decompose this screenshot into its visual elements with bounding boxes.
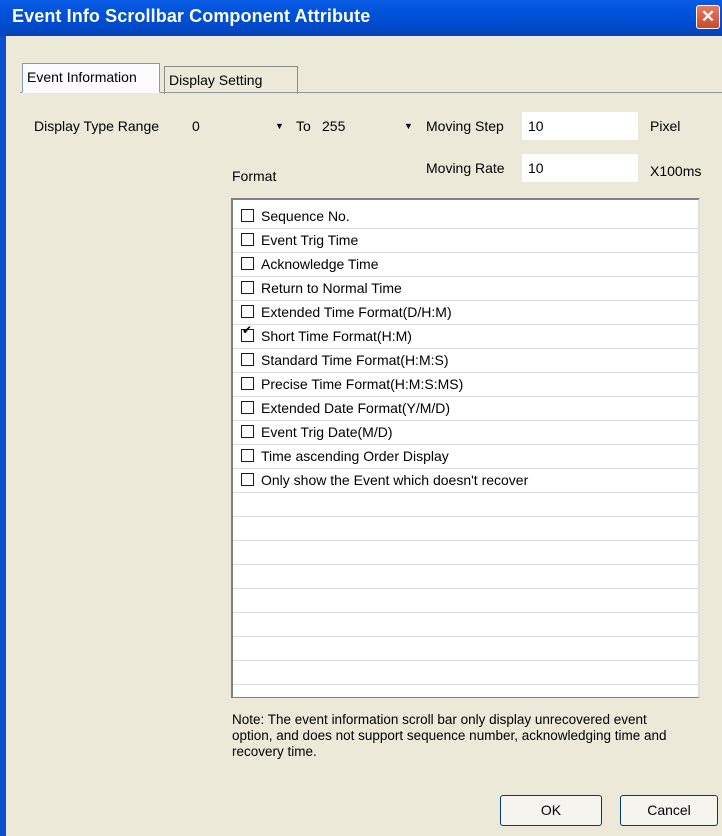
list-item-label: Extended Time Format(D/H:M) <box>261 304 452 320</box>
note-text: Note: The event information scroll bar o… <box>232 712 667 759</box>
checkbox[interactable] <box>241 449 254 462</box>
cancel-button[interactable]: Cancel <box>620 795 718 826</box>
ok-button[interactable]: OK <box>500 795 602 826</box>
checkbox[interactable] <box>241 401 254 414</box>
display-type-range-label: Display Type Range <box>34 118 160 134</box>
checkbox[interactable] <box>241 353 254 366</box>
checkbox[interactable] <box>241 257 254 270</box>
list-item-label: Only show the Event which doesn't recove… <box>261 472 529 488</box>
checkbox[interactable] <box>241 473 254 486</box>
moving-step-value: 10 <box>528 118 544 134</box>
moving-rate-value: 10 <box>528 160 544 176</box>
moving-rate-input[interactable]: 10 <box>522 154 638 182</box>
check-icon: ✔ <box>242 323 253 337</box>
list-item-label: Short Time Format(H:M) <box>261 328 412 344</box>
moving-step-input[interactable]: 10 <box>522 112 638 140</box>
range-from-value: 0 <box>192 118 200 134</box>
checkbox[interactable] <box>241 209 254 222</box>
checkbox[interactable] <box>241 281 254 294</box>
list-item-label: Acknowledge Time <box>261 256 379 272</box>
list-item-label: Event Trig Time <box>261 232 359 248</box>
list-item-label: Sequence No. <box>261 208 350 224</box>
moving-step-label: Moving Step <box>426 118 504 134</box>
checkbox[interactable] <box>241 305 254 318</box>
close-icon[interactable]: ✕ <box>696 5 720 29</box>
checkbox[interactable] <box>241 425 254 438</box>
range-to-select[interactable]: 255 <box>316 112 418 140</box>
chevron-down-icon[interactable]: ▼ <box>404 112 413 140</box>
list-item-label: Precise Time Format(H:M:S:MS) <box>261 376 464 392</box>
list-item-label: Time ascending Order Display <box>261 448 449 464</box>
moving-rate-label: Moving Rate <box>426 160 505 176</box>
checkbox[interactable] <box>241 377 254 390</box>
checkbox[interactable] <box>241 233 254 246</box>
window-frame <box>0 36 6 836</box>
list-item-label: Event Trig Date(M/D) <box>261 424 393 440</box>
list-item-label: Extended Date Format(Y/M/D) <box>261 400 451 416</box>
range-to-label: To <box>296 118 311 134</box>
range-to-value: 255 <box>322 118 346 134</box>
format-listbox[interactable]: Sequence No. Event Trig Time Acknowledge T… <box>231 198 700 698</box>
checkbox[interactable]: ✔ <box>241 324 254 342</box>
list-item-label: Return to Normal Time <box>261 280 402 296</box>
tab-event-information[interactable]: Event Information <box>22 63 160 93</box>
chevron-down-icon[interactable]: ▼ <box>275 112 284 140</box>
list-item-label: Standard Time Format(H:M:S) <box>261 352 449 368</box>
tab-display-setting[interactable]: Display Setting <box>164 66 298 94</box>
moving-rate-unit: X100ms <box>650 163 702 179</box>
window-title: Event Info Scrollbar Component Attribute <box>12 6 371 26</box>
title-bar: Event Info Scrollbar Component Attribute… <box>0 0 722 36</box>
moving-step-unit: Pixel <box>650 118 681 134</box>
format-label: Format <box>232 168 277 184</box>
